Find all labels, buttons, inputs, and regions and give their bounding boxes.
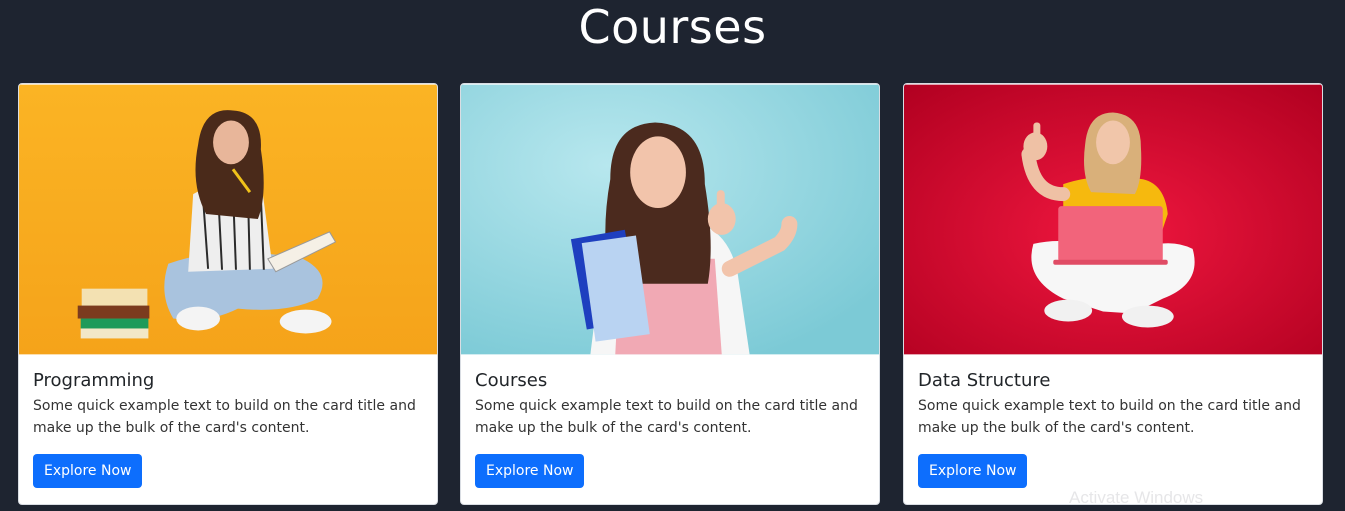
card-title: Data Structure <box>918 370 1051 391</box>
page-title: Courses <box>578 0 767 54</box>
course-card-courses: Courses Some quick example text to build… <box>460 83 880 505</box>
activate-windows-watermark: Activate Windows <box>1069 488 1204 507</box>
explore-now-button[interactable]: Explore Now <box>918 454 1028 488</box>
student-thumbs-up-photo <box>461 84 879 355</box>
woman-with-notebook-photo <box>19 84 437 355</box>
card-text: Some quick example text to build on the … <box>918 398 1301 436</box>
card-text: Some quick example text to build on the … <box>475 398 858 436</box>
woman-with-laptop-photo <box>904 84 1322 355</box>
card-title: Programming <box>33 370 155 391</box>
card-text: Some quick example text to build on the … <box>33 398 416 436</box>
card-title: Courses <box>475 370 548 391</box>
explore-now-button[interactable]: Explore Now <box>475 454 585 488</box>
explore-now-button[interactable]: Explore Now <box>33 454 143 488</box>
course-card-data-structure: Data Structure Some quick example text t… <box>903 83 1323 505</box>
course-card-programming: Programming Some quick example text to b… <box>18 83 438 505</box>
